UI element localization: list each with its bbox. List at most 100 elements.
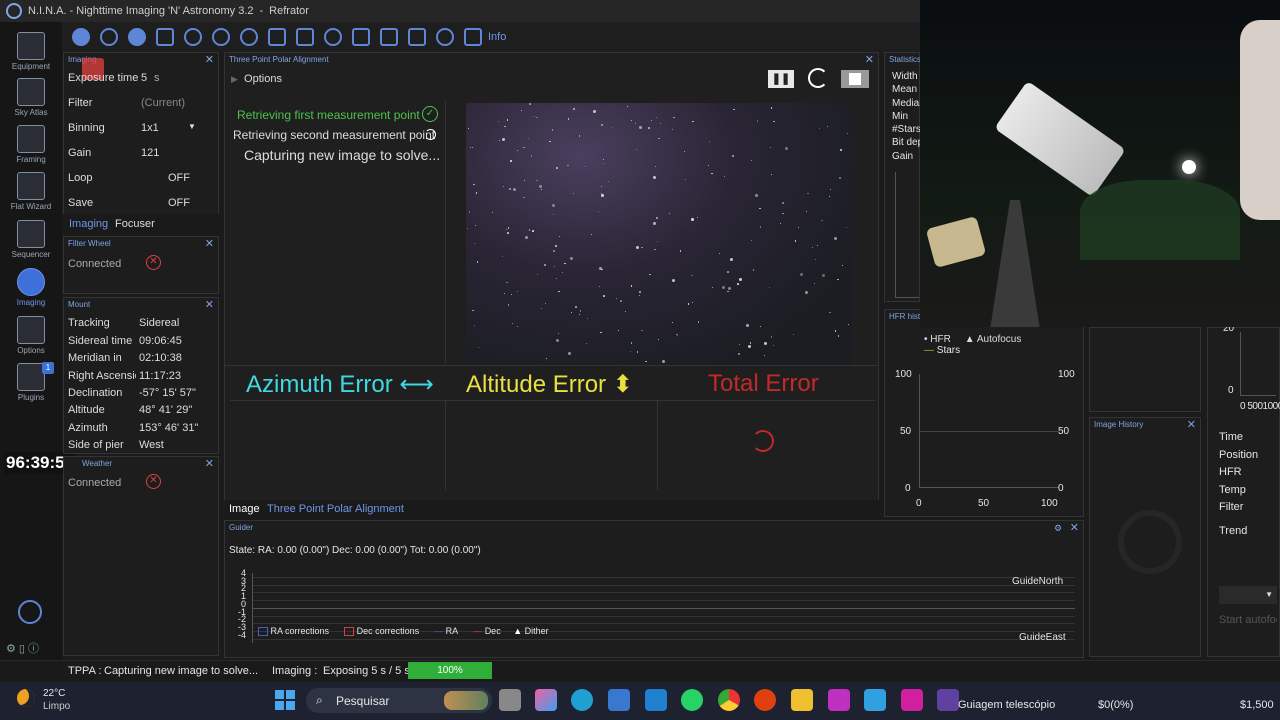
settings-icon[interactable]: ⚙ (1054, 523, 1062, 534)
taskbar-search[interactable]: ⌕ Pesquisar (306, 688, 492, 713)
star (557, 332, 560, 335)
task-view-icon[interactable] (499, 689, 521, 711)
save-toggle[interactable]: OFF (168, 197, 190, 209)
app-title: N.I.N.A. - Nighttime Imaging 'N' Astrono… (28, 5, 254, 17)
options-expander[interactable]: ▶ Options (231, 73, 282, 85)
start-autofocus-button[interactable]: Start autofocus (1219, 614, 1277, 626)
shield-icon[interactable] (464, 28, 482, 46)
star (797, 227, 799, 229)
close-icon[interactable]: ✕ (865, 53, 874, 66)
nav-equipment[interactable]: Equipment (6, 32, 56, 71)
star (536, 179, 538, 182)
star (586, 318, 588, 320)
star (499, 139, 501, 141)
rotator-icon[interactable] (156, 28, 174, 46)
mount-alt-value: 48° 41' 29" (139, 404, 193, 416)
app-icon[interactable] (901, 689, 923, 711)
nav-sequencer[interactable]: Sequencer (6, 220, 56, 259)
copilot-icon[interactable] (535, 689, 557, 711)
step-3: Capturing new image to solve... (244, 147, 441, 163)
close-icon[interactable]: ✕ (205, 298, 214, 311)
edge-icon[interactable] (571, 689, 593, 711)
light-icon[interactable] (436, 28, 454, 46)
mount-dec-label: Declination (68, 387, 123, 399)
stop-button[interactable] (841, 70, 869, 88)
star (553, 250, 555, 252)
legend-dither: Dither (524, 626, 549, 636)
loop-toggle[interactable]: OFF (168, 172, 190, 184)
azimuth-error-label: Azimuth Error ⟷ (246, 371, 434, 398)
nav-framing[interactable]: Framing (6, 125, 56, 164)
star (733, 108, 735, 111)
nav-sky-atlas[interactable]: Sky Atlas (6, 78, 56, 117)
disconnected-icon[interactable]: ✕ (146, 474, 161, 489)
app-icon[interactable] (864, 689, 886, 711)
star (473, 325, 475, 327)
chrome-icon[interactable] (718, 689, 740, 711)
altitude-error-label: Altitude Error ⬍ (466, 371, 633, 398)
guide-yticks: 4 3 2 1 0 -1 -2 -3 -4 (237, 568, 246, 640)
exposure-value[interactable]: 5 (141, 72, 147, 84)
gain-input[interactable]: 121 (141, 147, 159, 159)
af-chart-area (1240, 332, 1276, 396)
whatsapp-icon[interactable] (681, 689, 703, 711)
opera-icon[interactable] (754, 689, 776, 711)
autofocus-panel (1089, 327, 1201, 412)
binning-select[interactable]: 1x1 (141, 122, 159, 134)
arc-icon[interactable] (324, 28, 342, 46)
camera-icon[interactable] (72, 28, 90, 46)
tab-image[interactable]: Image (229, 503, 260, 515)
guider-icon[interactable] (408, 28, 426, 46)
exposure-label: Exposure time (68, 72, 139, 84)
close-icon[interactable]: ✕ (205, 457, 214, 470)
rotate-icon[interactable] (184, 28, 202, 46)
focuser-icon[interactable] (128, 28, 146, 46)
obs-icon[interactable] (937, 689, 959, 711)
info-label[interactable]: Info (488, 31, 506, 43)
star (707, 164, 709, 166)
app-icon[interactable] (645, 689, 667, 711)
list-icon[interactable] (268, 28, 286, 46)
star (635, 148, 637, 150)
nav-flat-wizard[interactable]: Flat Wizard (6, 172, 56, 211)
star (692, 302, 694, 304)
pause-button[interactable]: ❚❚ (768, 70, 794, 88)
af-xticks: 0 5001000 (1240, 401, 1280, 412)
star (506, 119, 509, 121)
store-icon[interactable] (608, 689, 630, 711)
mount-icon[interactable] (212, 28, 230, 46)
bottom-icons[interactable]: ⚙ ▯ ⓘ (6, 640, 39, 656)
tab-tppa[interactable]: Three Point Polar Alignment (267, 503, 404, 515)
active-window-title[interactable]: Guiagem telescópio (958, 699, 1055, 711)
star (469, 146, 471, 148)
star (648, 127, 650, 129)
star (747, 345, 751, 349)
polar-alignment-image[interactable] (466, 103, 852, 365)
disconnected-icon[interactable]: ✕ (146, 255, 161, 270)
app-icon[interactable] (828, 689, 850, 711)
windows-start-icon[interactable] (275, 690, 295, 710)
tab-focuser[interactable]: Focuser (115, 218, 155, 230)
close-icon[interactable]: ✕ (1187, 418, 1196, 431)
close-icon[interactable]: ✕ (205, 53, 214, 66)
file-explorer-icon[interactable] (791, 689, 813, 711)
star (575, 306, 577, 308)
image-history-header: Image History ✕ (1094, 418, 1196, 431)
nav-options[interactable]: Options (6, 316, 56, 355)
power-icon[interactable] (18, 600, 42, 624)
nav-imaging[interactable]: Imaging (6, 268, 56, 307)
filter-select[interactable]: (Current) (141, 97, 185, 109)
error-spinner-icon (752, 430, 774, 452)
chart-icon[interactable] (380, 28, 398, 46)
af-method-select[interactable]: ▼ (1219, 586, 1277, 604)
flat-wizard-icon (17, 172, 45, 200)
filter-wheel-icon[interactable] (100, 28, 118, 46)
close-icon[interactable]: ✕ (1070, 521, 1079, 534)
tab-imaging[interactable]: Imaging (69, 218, 108, 230)
chevron-down-icon[interactable]: ▼ (188, 122, 196, 131)
dome-icon[interactable] (352, 28, 370, 46)
target-icon[interactable] (240, 28, 258, 46)
close-icon[interactable]: ✕ (205, 237, 214, 250)
sliders-icon[interactable] (296, 28, 314, 46)
star (764, 342, 768, 346)
